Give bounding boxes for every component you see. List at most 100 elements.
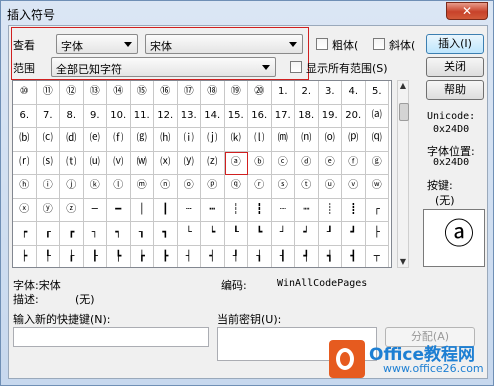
symbol-cell[interactable]: ⓠ (224, 175, 248, 199)
symbol-cell[interactable]: ⓕ (342, 151, 366, 175)
symbol-cell[interactable]: ⓜ (130, 175, 154, 199)
symbol-cell[interactable]: ⓤ (318, 175, 342, 199)
symbol-cell[interactable]: 20. (342, 104, 366, 128)
symbol-cell[interactable]: ⓦ (365, 175, 389, 199)
symbol-cell[interactable]: ┓ (154, 222, 178, 246)
symbol-cell[interactable]: ⓐ (224, 151, 248, 175)
symbol-cell[interactable]: ┡ (107, 245, 131, 267)
font-name-select[interactable]: 宋体 (145, 34, 303, 54)
symbol-cell[interactable]: ⒴ (177, 151, 201, 175)
symbol-cell[interactable]: ⓧ (13, 198, 37, 222)
symbol-cell[interactable]: ┏ (60, 222, 84, 246)
symbol-cell[interactable]: ┎ (36, 222, 60, 246)
symbol-cell[interactable]: ┚ (318, 222, 342, 246)
symbol-cell[interactable]: ⒮ (36, 151, 60, 175)
symbol-cell[interactable]: ⓢ (271, 175, 295, 199)
symbol-cell[interactable]: ⓑ (248, 151, 272, 175)
symbol-cell[interactable]: ⒦ (224, 128, 248, 152)
symbol-cell[interactable]: ⒳ (154, 151, 178, 175)
symbol-cell[interactable]: 12. (154, 104, 178, 128)
symbol-cell[interactable]: ⓝ (154, 175, 178, 199)
help-button[interactable]: 帮助 (426, 80, 484, 100)
symbol-cell[interactable]: ⓚ (83, 175, 107, 199)
symbol-cell[interactable]: ⓡ (248, 175, 272, 199)
symbol-cell[interactable]: ⓨ (36, 198, 60, 222)
symbol-cell[interactable]: ┉ (295, 198, 319, 222)
symbol-cell[interactable]: ⓥ (342, 175, 366, 199)
symbol-cell[interactable]: ┦ (225, 245, 248, 267)
title-bar[interactable]: 插入符号 ✕ (1, 1, 493, 25)
symbol-cell[interactable]: ⓞ (177, 175, 201, 199)
symbol-cell[interactable]: ⓗ (13, 175, 37, 199)
symbol-cell[interactable]: ⒭ (13, 151, 37, 175)
symbol-cell[interactable]: ⒣ (154, 128, 178, 152)
symbol-cell[interactable]: ⑬ (83, 81, 107, 105)
symbol-cell[interactable]: ⒧ (248, 128, 272, 152)
symbol-cell[interactable]: ⒫ (342, 128, 366, 152)
symbol-cell[interactable]: 11. (130, 104, 154, 128)
symbol-cell[interactable]: ┊ (318, 198, 342, 222)
symbol-cell[interactable]: ⑰ (177, 81, 201, 105)
symbol-cell[interactable]: ┆ (224, 198, 248, 222)
symbol-cell[interactable]: ┄ (177, 198, 201, 222)
symbol-cell[interactable]: ⒞ (36, 128, 60, 152)
symbol-cell[interactable]: ┠ (84, 245, 107, 267)
symbol-cell[interactable]: ┒ (130, 222, 154, 246)
symbol-cell[interactable]: ⑫ (60, 81, 84, 105)
symbol-cell[interactable]: ┢ (131, 245, 154, 267)
symbol-cell[interactable]: 16. (248, 104, 272, 128)
symbol-cell[interactable]: ┫ (342, 245, 366, 267)
symbol-cell[interactable]: ⒨ (271, 128, 295, 152)
symbol-cell[interactable]: ⓩ (60, 198, 84, 222)
symbol-cell[interactable]: 17. (271, 104, 295, 128)
symbol-cell[interactable]: ⒲ (130, 151, 154, 175)
symbol-cell[interactable]: ┋ (342, 198, 366, 222)
symbol-cell[interactable]: ┈ (271, 198, 295, 222)
symbol-cell[interactable]: ⓟ (201, 175, 225, 199)
symbol-cell[interactable]: ⒬ (365, 128, 389, 152)
symbol-cell[interactable]: ⒪ (318, 128, 342, 152)
symbol-cell[interactable]: ⓓ (295, 151, 319, 175)
symbol-cell[interactable]: ┇ (248, 198, 272, 222)
symbol-cell[interactable]: ┪ (319, 245, 342, 267)
symbol-cell[interactable]: ┃ (154, 198, 178, 222)
symbol-cell[interactable]: ┙ (295, 222, 319, 246)
symbol-cell[interactable]: ┞ (37, 245, 60, 267)
italic-checkbox[interactable] (373, 38, 385, 50)
symbol-cell[interactable]: ⓖ (365, 151, 389, 175)
symbol-cell[interactable]: ⓣ (295, 175, 319, 199)
symbol-cell[interactable]: ⒵ (201, 151, 225, 175)
symbol-cell[interactable]: 2. (295, 81, 319, 105)
symbol-cell[interactable]: └ (177, 222, 201, 246)
symbol-cell[interactable]: ┬ (366, 245, 389, 267)
symbol-cell[interactable]: 4. (342, 81, 366, 105)
symbol-cell[interactable]: 10. (107, 104, 131, 128)
symbol-cell[interactable]: ⑳ (248, 81, 272, 105)
symbol-cell[interactable]: ⓘ (36, 175, 60, 199)
symbol-cell[interactable]: ⒥ (201, 128, 225, 152)
bold-checkbox[interactable] (316, 38, 328, 50)
symbol-cell[interactable]: │ (130, 198, 154, 222)
symbol-cell[interactable]: 7. (36, 104, 60, 128)
symbol-cell[interactable]: ⒜ (365, 104, 389, 128)
symbol-cell[interactable]: ⑯ (154, 81, 178, 105)
symbol-cell[interactable]: 18. (295, 104, 319, 128)
symbol-cell[interactable]: ┍ (13, 222, 37, 246)
symbol-cell[interactable]: ┧ (248, 245, 272, 267)
insert-button[interactable]: 插入(I) (426, 34, 484, 54)
symbol-cell[interactable]: ┗ (248, 222, 272, 246)
symbol-cell[interactable]: ┖ (224, 222, 248, 246)
symbol-cell[interactable]: ⒰ (83, 151, 107, 175)
symbol-cell[interactable]: ⒟ (60, 128, 84, 152)
symbol-cell[interactable]: ─ (83, 198, 107, 222)
symbol-cell[interactable]: 6. (13, 104, 37, 128)
font-type-select[interactable]: 字体 (56, 34, 138, 54)
symbol-cell[interactable]: ┐ (83, 222, 107, 246)
symbol-cell[interactable]: 13. (177, 104, 201, 128)
symbol-cell[interactable]: ⓙ (60, 175, 84, 199)
symbol-cell[interactable]: ⓒ (271, 151, 295, 175)
symbol-cell[interactable]: 5. (365, 81, 389, 105)
symbol-cell[interactable]: ⒩ (295, 128, 319, 152)
symbol-cell[interactable]: 3. (318, 81, 342, 105)
symbol-cell[interactable]: 9. (83, 104, 107, 128)
